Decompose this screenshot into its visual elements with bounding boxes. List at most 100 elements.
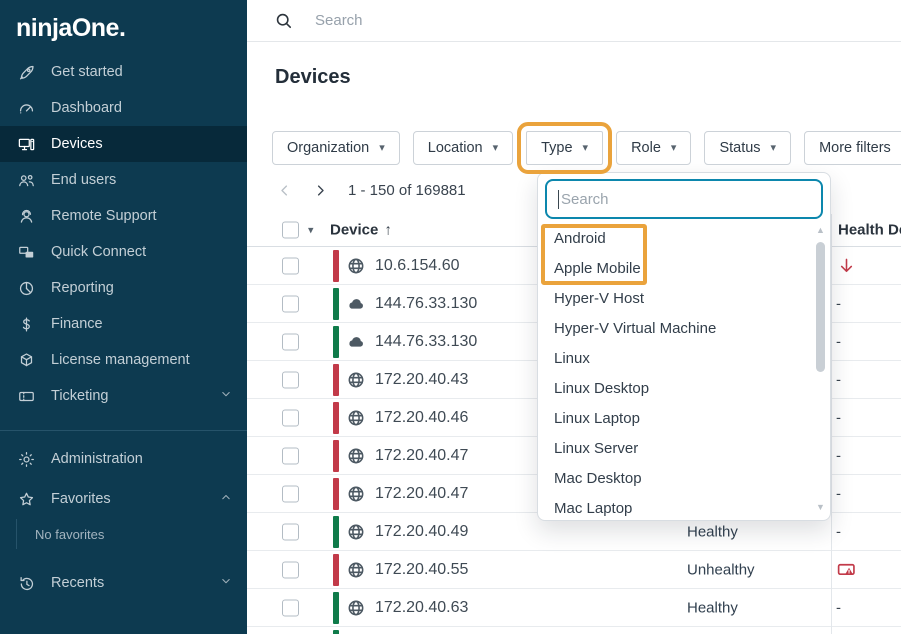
filter-label: Role	[631, 140, 661, 156]
dropdown-option-hyper-v-host[interactable]: Hyper-V Host	[538, 283, 814, 313]
sidebar-item-reporting[interactable]: Reporting	[0, 270, 247, 306]
sidebar-item-license-management[interactable]: License management	[0, 342, 247, 378]
device-name[interactable]: 172.20.40.43	[375, 371, 468, 389]
filter-label: Organization	[287, 140, 369, 156]
dropdown-option-linux-server[interactable]: Linux Server	[538, 433, 814, 463]
health-value: -	[836, 485, 841, 502]
dropdown-option-linux[interactable]: Linux	[538, 343, 814, 373]
dropdown-option-apple-mobile[interactable]: Apple Mobile	[538, 253, 814, 283]
scroll-up-arrow-icon[interactable]: ▲	[814, 226, 827, 235]
dropdown-option-label: Linux Server	[554, 440, 638, 457]
sidebar-item-dashboard[interactable]: Dashboard	[0, 90, 247, 126]
dropdown-option-label: Hyper-V Host	[554, 290, 644, 307]
device-column-header[interactable]: Device↑	[330, 222, 392, 239]
status-bar-green	[333, 288, 339, 320]
ticket-icon	[16, 386, 36, 406]
row-checkbox[interactable]	[282, 409, 299, 426]
dropdown-option-hyper-v-virtual-machine[interactable]: Hyper-V Virtual Machine	[538, 313, 814, 343]
row-checkbox[interactable]	[282, 295, 299, 312]
row-checkbox[interactable]	[282, 561, 299, 578]
device-name[interactable]: 172.20.40.47	[375, 447, 468, 465]
globe-icon	[346, 484, 366, 504]
health-details-column-header[interactable]: Health Details	[838, 222, 901, 239]
device-name[interactable]: 172.20.40.55	[375, 561, 468, 579]
health-value: -	[836, 295, 841, 312]
global-search-bar[interactable]: Search	[247, 0, 901, 42]
sidebar-note-no-favorites: No favorites	[0, 519, 247, 549]
dropdown-option-label: Hyper-V Virtual Machine	[554, 320, 716, 337]
scrollbar-thumb[interactable]	[816, 242, 825, 372]
filter-label: More filters	[819, 140, 891, 156]
cube-icon	[16, 350, 36, 370]
dropdown-search-placeholder: Search	[561, 191, 609, 208]
type-filter-dropdown: Search Android Apple Mobile Hyper-V Host Hy…	[537, 172, 831, 521]
dropdown-option-android[interactable]: Android	[538, 223, 814, 253]
sidebar-item-ticketing[interactable]: Ticketing	[0, 378, 247, 414]
dropdown-option-mac-laptop[interactable]: Mac Laptop	[538, 493, 814, 523]
row-checkbox[interactable]	[282, 333, 299, 350]
sidebar-item-recents[interactable]: Recents	[0, 563, 247, 603]
dropdown-options-list: Android Apple Mobile Hyper-V Host Hyper-V V…	[538, 223, 814, 523]
select-menu-caret-icon[interactable]: ▾	[308, 224, 314, 237]
status-bar-red	[333, 250, 339, 282]
sidebar-item-get-started[interactable]: Get started	[0, 54, 247, 90]
filter-button-more-filters[interactable]: More filters	[804, 131, 901, 165]
health-value: -	[836, 333, 841, 350]
caret-down-icon: ▾	[583, 143, 589, 154]
row-checkbox[interactable]	[282, 371, 299, 388]
filter-button-location[interactable]: Location▾	[413, 131, 513, 165]
dropdown-option-linux-desktop[interactable]: Linux Desktop	[538, 373, 814, 403]
device-name[interactable]: 10.6.154.60	[375, 257, 460, 275]
scroll-down-arrow-icon[interactable]: ▼	[814, 503, 827, 512]
filter-button-organization[interactable]: Organization▾	[272, 131, 400, 165]
sidebar-item-finance[interactable]: Finance	[0, 306, 247, 342]
previous-page-button[interactable]	[272, 178, 296, 202]
row-checkbox[interactable]	[282, 485, 299, 502]
row-checkbox[interactable]	[282, 257, 299, 274]
sidebar-item-quick-connect[interactable]: Quick Connect	[0, 234, 247, 270]
dropdown-option-linux-laptop[interactable]: Linux Laptop	[538, 403, 814, 433]
next-page-button[interactable]	[308, 178, 332, 202]
sidebar: ninjaOne. Get startedDashboardDevicesEnd…	[0, 0, 247, 634]
sidebar-item-remote-support[interactable]: Remote Support	[0, 198, 247, 234]
dropdown-option-label: Mac Desktop	[554, 470, 642, 487]
device-name[interactable]: 172.20.40.46	[375, 409, 468, 427]
sidebar-item-favorites[interactable]: Favorites	[0, 479, 247, 519]
filter-button-status[interactable]: Status▾	[704, 131, 791, 165]
device-name[interactable]: 172.20.40.49	[375, 523, 468, 541]
status-bar-green	[333, 630, 339, 634]
row-checkbox[interactable]	[282, 447, 299, 464]
users-icon	[16, 170, 36, 190]
globe-icon	[346, 408, 366, 428]
pagination: 1 - 150 of 169881	[272, 177, 466, 203]
sidebar-item-devices[interactable]: Devices	[0, 126, 247, 162]
sidebar-item-label: Get started	[51, 64, 123, 80]
row-checkbox[interactable]	[282, 599, 299, 616]
dropdown-scrollbar[interactable]: ▲ ▼	[814, 226, 827, 512]
dropdown-option-label: Android	[554, 230, 606, 247]
device-name[interactable]: 144.76.33.130	[375, 295, 477, 313]
dropdown-option-mac-desktop[interactable]: Mac Desktop	[538, 463, 814, 493]
select-all-checkbox[interactable]	[282, 222, 299, 239]
row-checkbox[interactable]	[282, 523, 299, 540]
device-name[interactable]: 144.76.33.130	[375, 333, 477, 351]
sidebar-item-label: Recents	[51, 575, 104, 591]
filter-button-role[interactable]: Role ▾	[616, 131, 691, 165]
device-name[interactable]: 172.20.40.47	[375, 485, 468, 503]
sidebar-item-label: Ticketing	[51, 388, 108, 404]
globe-icon	[346, 370, 366, 390]
chevron-up-icon	[219, 490, 233, 508]
sidebar-nav-secondary: AdministrationFavoritesNo favorites Recen…	[0, 439, 247, 603]
filter-button-type[interactable]: Type▾	[526, 131, 603, 165]
device-status: Unhealthy	[687, 561, 755, 578]
sidebar-divider	[0, 430, 247, 431]
main-content: Search Devices Organization▾Location▾Typ…	[247, 0, 901, 634]
caret-down-icon: ▾	[671, 143, 677, 154]
dropdown-search-input[interactable]: Search	[545, 179, 823, 219]
device-name[interactable]: 172.20.40.63	[375, 599, 468, 617]
sidebar-item-label: Devices	[51, 136, 103, 152]
sidebar-item-end-users[interactable]: End users	[0, 162, 247, 198]
text-cursor	[558, 190, 559, 209]
status-bar-red	[333, 554, 339, 586]
sidebar-item-administration[interactable]: Administration	[0, 439, 247, 479]
